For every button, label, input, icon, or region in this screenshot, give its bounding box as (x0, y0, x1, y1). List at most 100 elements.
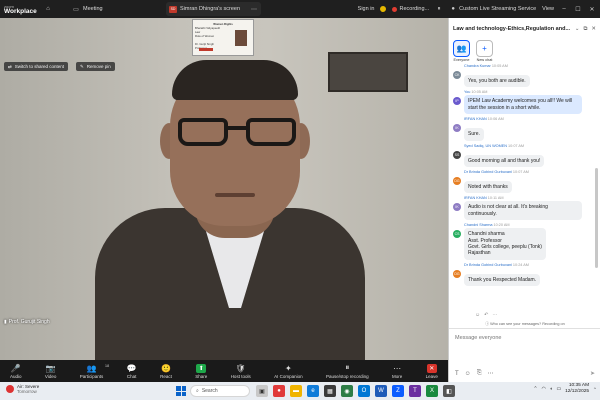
chat-title: Law and technology-Ethics,Regulation and… (453, 26, 571, 32)
chat-message[interactable]: Chandra Kumar10:05 AM CK Yes, you both are… (453, 64, 591, 88)
toolbar-chat-label: Chat (126, 373, 137, 379)
chat-icon: 💬 (126, 363, 137, 373)
message-time: 10:24 AM (512, 262, 529, 267)
meeting-tab[interactable]: ▭ Meeting (72, 5, 103, 13)
remove-pin-label: Remove pin (86, 64, 111, 69)
chat-message[interactable]: Syed Sadiq, UN WOMEN10:07 AM SS Good morni… (453, 143, 591, 168)
toolbar-share-button[interactable]: ⬆ Share (195, 363, 207, 379)
chat-message[interactable]: You10:05 AM IP IPEM Law Academy welcomes y… (453, 90, 591, 115)
clock-date: 12/12/2025 (565, 389, 590, 394)
chat-message[interactable]: Dr Brinda Gobind Gurbuxani10:07 AM DG Note… (453, 170, 591, 194)
chat-message[interactable]: IRFAN KHAN10:11 AM IK Audio is not clear a… (453, 196, 591, 221)
volume-icon[interactable]: ◖ (550, 387, 553, 392)
minimize-icon[interactable]: – (560, 5, 568, 13)
notification-icon[interactable]: ◔ (593, 387, 596, 392)
chat-message[interactable]: IRFAN KHAN10:06 AM IK Sure. (453, 117, 591, 141)
pause-icon[interactable]: ⏸ (435, 5, 443, 13)
toolbar-video-label: Video (44, 373, 57, 379)
chat-message[interactable]: Dr Brinda Gobind Gurbuxani10:24 AM DG Than… (453, 262, 591, 287)
shared-slide-thumbnail[interactable]: Women Rights Bharathi Vidyapeeth Law Rol… (192, 19, 254, 56)
streaming-indicator[interactable]: ● Custom Live Streaming Service (449, 5, 536, 13)
clock[interactable]: 10:35 AM 12/12/2025 (565, 383, 589, 395)
share-icon: ⬆ (196, 363, 207, 373)
teams-icon[interactable]: T (409, 385, 421, 397)
chevron-down-icon[interactable]: ⌄ (575, 26, 580, 33)
toolbar-audio-button[interactable]: 🎤 Audio (10, 364, 22, 379)
emoji-reaction-icon[interactable]: ☺ (475, 312, 480, 318)
more-options-icon[interactable]: ⋯ (488, 370, 494, 377)
chat-message-list[interactable]: Chandra Kumar10:05 AM CK Yes, you both are… (449, 64, 595, 334)
maximize-icon[interactable]: ☐ (574, 5, 582, 13)
chat-message-input[interactable] (455, 335, 595, 341)
outlook-icon[interactable]: O (358, 385, 370, 397)
toolbar-pause-stop-recording-button[interactable]: ⏸ Pause/stop recording (326, 363, 369, 379)
remove-pin-button[interactable]: ✎ Remove pin (76, 62, 115, 71)
taskbar-apps: ▣ ● ▬ e ▦ ◉ O W Z T X ◧ (256, 385, 455, 397)
tab-everyone[interactable]: 👥 Everyone (453, 40, 470, 62)
message-sender: Chandni Sharma10:20 AM (464, 223, 591, 227)
reply-icon[interactable]: ↶ (484, 312, 488, 318)
message-sender: IRFAN KHAN10:06 AM (464, 117, 591, 121)
wifi-icon[interactable]: ◠ (541, 387, 545, 392)
toolbar-more-button[interactable]: ⋯ More (392, 364, 402, 379)
close-chat-icon[interactable]: ✕ (591, 26, 596, 33)
toolbar-chat-button[interactable]: 💬 Chat (127, 364, 137, 379)
avatar: CK (453, 71, 461, 79)
windows-start-icon[interactable] (176, 386, 186, 396)
toolbar-leave-button[interactable]: ✕ Leave (426, 363, 438, 379)
sender-name: Syed Sadiq, UN WOMEN (464, 143, 508, 148)
switch-to-shared-content-button[interactable]: ⇄ Switch to shared content (4, 62, 69, 71)
popout-icon[interactable]: ⧉ (583, 26, 587, 33)
app-icon-1[interactable]: ● (273, 385, 285, 397)
chat-message[interactable]: Chandni Sharma10:20 AM CS Chandni sharma A… (453, 223, 591, 260)
who-can-see-label: Who can see your messages? Recording on (490, 322, 565, 326)
battery-icon[interactable]: ▭ (557, 387, 562, 392)
taskbar-search[interactable]: ⌕ Search (190, 385, 250, 397)
message-reactions: ☺ ↶ ⋯ (475, 312, 497, 318)
switch-icon: ⇄ (8, 63, 12, 69)
who-can-see-notice[interactable]: ⓘ Who can see your messages? Recording o… (449, 322, 600, 327)
chat-scrollbar[interactable] (595, 168, 598, 268)
title-bar: zoom Workplace ⌂ ▭ Meeting SD Simran Dhi… (0, 0, 600, 18)
speaker-mouth (215, 193, 255, 197)
presenter-badge: SD (169, 5, 177, 13)
home-icon[interactable]: ⌂ (44, 5, 52, 13)
chevron-up-icon[interactable]: ⌃ (533, 387, 537, 392)
avatar: DG (453, 269, 461, 278)
file-explorer-icon[interactable]: ▬ (290, 385, 302, 397)
chrome-icon[interactable]: ◉ (341, 385, 353, 397)
app-icon-2[interactable]: ◧ (443, 385, 455, 397)
toolbar-video-button[interactable]: 📷 Video (45, 364, 56, 379)
task-view-icon[interactable]: ▣ (256, 385, 268, 397)
recording-indicator[interactable]: Recording... (392, 6, 429, 12)
active-speaker-video[interactable]: ⇄ Switch to shared content ✎ Remove pin … (0, 18, 448, 360)
view-button[interactable]: View (542, 6, 554, 12)
store-icon[interactable]: ▦ (324, 385, 336, 397)
close-icon[interactable]: ✕ (588, 5, 596, 13)
emoji-icon[interactable]: ☺ (465, 371, 471, 377)
toolbar-react-button[interactable]: 🙂 React (160, 364, 172, 379)
edge-icon[interactable]: e (307, 385, 319, 397)
more-icon[interactable]: ⋯ (250, 5, 258, 13)
signin-button[interactable]: Sign in (358, 6, 375, 12)
shared-screen-tab[interactable]: SD Simran Dhingra's screen ⋯ (166, 2, 261, 16)
toolbar-audio-label: Audio (10, 373, 22, 379)
meeting-label: Meeting (83, 6, 103, 12)
attach-icon[interactable]: ⎘ (477, 370, 482, 377)
toolbar-host-tools-button[interactable]: 🛡 Host tools (231, 364, 251, 379)
sender-name: Dr Brinda Gobind Gurbuxani (464, 170, 512, 175)
word-icon[interactable]: W (375, 385, 387, 397)
excel-icon[interactable]: X (426, 385, 438, 397)
message-more-icon[interactable]: ⋯ (492, 312, 497, 318)
avatar: IK (453, 203, 461, 212)
sender-name: You (464, 90, 471, 95)
format-icon[interactable]: T (455, 371, 459, 377)
security-icon[interactable] (380, 6, 387, 12)
toolbar-ai-companion-button[interactable]: ✦ AI Companion (274, 364, 303, 379)
toolbar-participants-button[interactable]: 👥 18 Participants (80, 363, 110, 379)
slide-photo (235, 30, 247, 46)
send-icon[interactable]: ➤ (590, 370, 595, 377)
weather-widget[interactable]: Air: Severe Tomorrow (6, 384, 39, 394)
tab-new-chat[interactable]: + New chat (476, 40, 493, 62)
zoom-app-icon[interactable]: Z (392, 385, 404, 397)
